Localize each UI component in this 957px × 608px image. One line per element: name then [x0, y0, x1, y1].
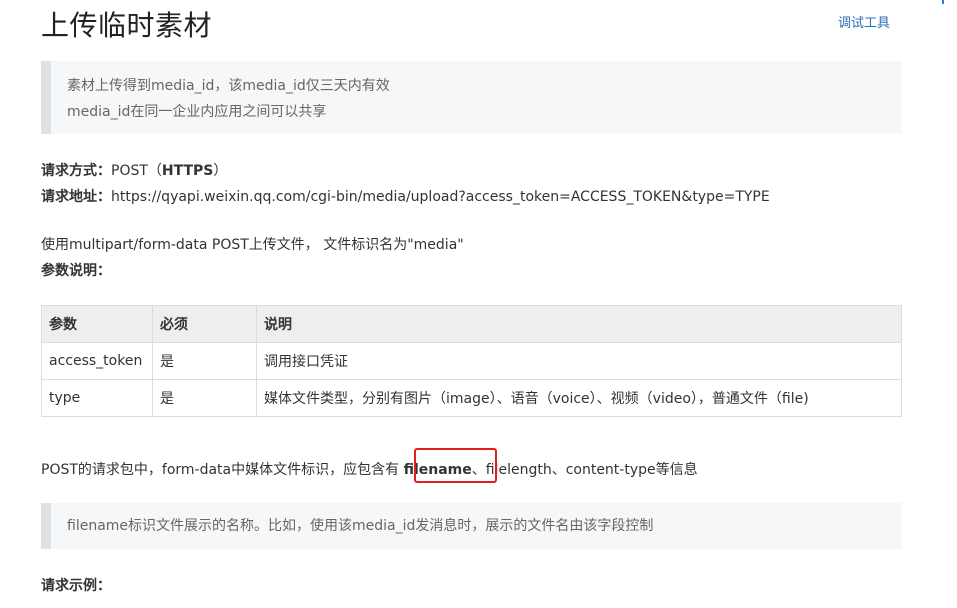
request-address: 请求地址：https://qyapi.weixin.qq.com/cgi-bin…: [41, 186, 770, 206]
note-quote: 素材上传得到media_id，该media_id仅三天内有效 media_id在…: [41, 61, 902, 134]
params-label: 参数说明：: [41, 263, 111, 279]
params-table: 参数 必须 说明 access_token 是 调用接口凭证 type 是 媒体…: [41, 305, 902, 417]
cell-description: 媒体文件类型，分别有图片（image）、语音（voice）、视频（video），…: [256, 379, 902, 417]
cell-required: 是: [152, 379, 257, 417]
edge-marker: [942, 0, 944, 4]
table-row: type 是 媒体文件类型，分别有图片（image）、语音（voice）、视频（…: [41, 379, 902, 417]
request-method: 请求方式：POST（HTTPS）: [41, 160, 227, 180]
note-line-1: 素材上传得到media_id，该media_id仅三天内有效: [67, 78, 390, 94]
cell-required: 是: [152, 342, 257, 380]
table-row: access_token 是 调用接口凭证: [41, 342, 902, 380]
upload-description: 使用multipart/form-data POST上传文件， 文件标识名为"m…: [41, 237, 464, 253]
example-label: 请求示例：: [41, 578, 111, 594]
cell-description: 调用接口凭证: [256, 342, 902, 380]
note-line-2: media_id在同一企业内应用之间可以共享: [67, 104, 327, 120]
cell-param: access_token: [41, 342, 153, 380]
filename-note-quote: filename标识文件展示的名称。比如，使用该media_id发消息时，展示的…: [41, 503, 902, 549]
request-address-url: https://qyapi.weixin.qq.com/cgi-bin/medi…: [111, 189, 770, 205]
header-description: 说明: [256, 305, 902, 343]
request-address-label: 请求地址：: [41, 189, 111, 205]
request-method-value: POST（: [111, 163, 162, 179]
header-param: 参数: [41, 305, 153, 343]
request-method-https: HTTPS: [161, 163, 214, 179]
post-info-after: 、filelength、content-type等信息: [471, 462, 698, 478]
cell-param: type: [41, 379, 153, 417]
filename-note-line: filename标识文件展示的名称。比如，使用该media_id发消息时，展示的…: [67, 518, 654, 534]
header-required: 必须: [152, 305, 257, 343]
filename-highlight-box: [414, 448, 497, 483]
post-info-before: POST的请求包中，form-data中媒体文件标识，应包含有: [41, 462, 404, 478]
request-method-close: ）: [213, 163, 228, 179]
page-title: 上传临时素材: [41, 9, 213, 42]
debug-tool-link[interactable]: 调试工具: [838, 12, 890, 31]
table-header-row: 参数 必须 说明: [41, 305, 902, 343]
request-method-label: 请求方式：: [41, 163, 111, 179]
post-info: POST的请求包中，form-data中媒体文件标识，应包含有 filename…: [41, 459, 698, 479]
